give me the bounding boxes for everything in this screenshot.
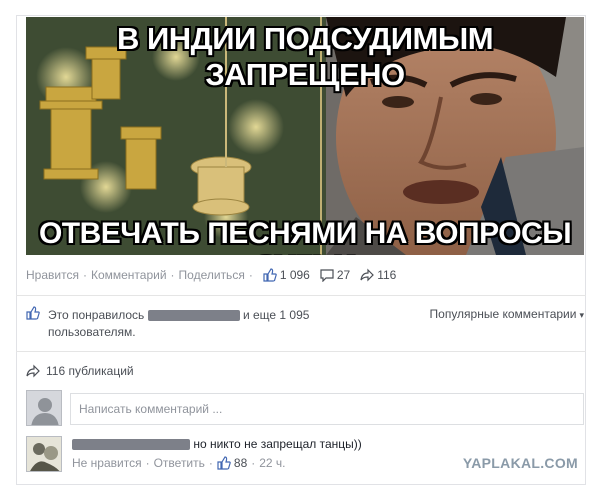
likes-count: 1 096 — [279, 268, 310, 282]
share-link[interactable]: Поделиться — [179, 268, 245, 282]
likes-prefix: Это понравилось — [48, 308, 145, 322]
comment-body: но никто не запрещал танцы)) — [72, 436, 362, 453]
redacted-author[interactable] — [72, 439, 190, 451]
separator: · — [170, 268, 175, 282]
caret-down-icon: ▾ — [579, 310, 584, 320]
comment-text: но никто не запрещал танцы)) — [193, 437, 362, 451]
divider — [16, 351, 586, 352]
post-actions: Нравится · Комментарий · Поделиться · 1 … — [26, 266, 584, 284]
avatar-image — [27, 437, 61, 471]
divider — [16, 295, 586, 296]
shares-row[interactable]: 116 публикаций — [26, 362, 134, 380]
comment-input[interactable] — [70, 393, 584, 425]
likes-summary-text: Это понравилось и еще 1 095 пользователя… — [48, 307, 368, 341]
share-arrow-icon — [360, 268, 375, 282]
avatar-placeholder-icon — [27, 391, 61, 425]
thumbs-up-icon — [217, 456, 231, 470]
thumbs-up-icon — [263, 268, 277, 282]
likes-suffix[interactable]: и еще 1 095 — [243, 308, 310, 322]
meme-image[interactable]: В ИНДИИ ПОДСУДИМЫМ ЗАПРЕЩЕНО ОТВЕЧАТЬ ПЕ… — [26, 17, 584, 255]
comment-composer — [26, 390, 584, 428]
thumbs-up-icon — [26, 306, 40, 320]
share-arrow-icon — [26, 364, 40, 378]
likes-stat[interactable]: 1 096 — [263, 268, 310, 282]
separator: · — [82, 268, 87, 282]
meme-bottom-caption: ОТВЕЧАТЬ ПЕСНЯМИ НА ВОПРОСЫ СУДЬИ — [38, 217, 572, 255]
comment-meta: Не нравится · Ответить · 88 · 22 ч. — [72, 456, 286, 470]
comment-likes[interactable]: 88 — [217, 456, 247, 470]
separator: · — [145, 456, 150, 470]
meme-top-caption: В ИНДИИ ПОДСУДИМЫМ ЗАПРЕЩЕНО — [116, 21, 494, 92]
unlike-link[interactable]: Не нравится — [72, 456, 142, 470]
comments-count: 27 — [336, 268, 351, 282]
redacted-name — [147, 310, 240, 322]
watermark: YAPLAKAL.COM — [462, 455, 578, 471]
like-link[interactable]: Нравится — [26, 268, 79, 282]
avatar[interactable] — [26, 436, 62, 472]
comment-timestamp[interactable]: 22 ч. — [259, 456, 285, 470]
speech-bubble-icon — [320, 269, 334, 282]
avatar — [26, 390, 62, 426]
likes-line2: пользователям. — [48, 325, 136, 339]
comment-likes-count: 88 — [233, 456, 248, 470]
popular-comments-label: Популярные комментарии — [429, 307, 577, 321]
separator: · — [251, 456, 256, 470]
comments-stat[interactable]: 27 — [320, 268, 350, 282]
shares-count: 116 — [377, 268, 397, 282]
separator: · — [248, 268, 253, 282]
shares-label: 116 публикаций — [46, 364, 134, 378]
shares-stat[interactable]: 116 — [360, 268, 396, 282]
comment-link[interactable]: Комментарий — [91, 268, 167, 282]
reply-link[interactable]: Ответить — [154, 456, 205, 470]
popular-comments-dropdown[interactable]: Популярные комментарии ▾ — [430, 307, 584, 321]
separator: · — [208, 456, 213, 470]
likes-summary: Это понравилось и еще 1 095 пользователя… — [26, 306, 584, 342]
